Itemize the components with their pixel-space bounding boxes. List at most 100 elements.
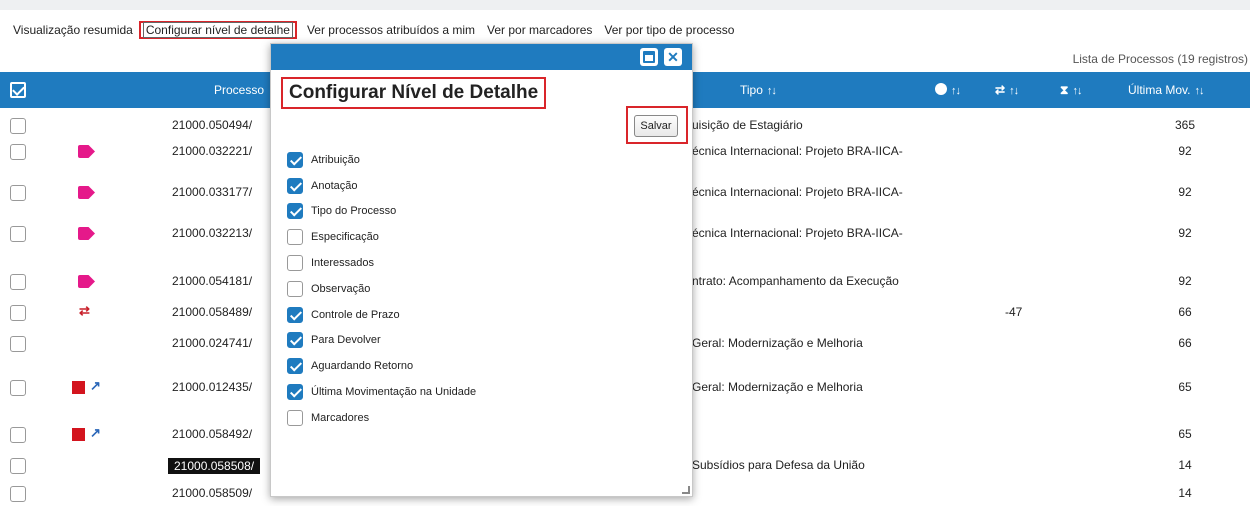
row-checkbox[interactable] — [10, 118, 26, 134]
link-visualizacao-resumida[interactable]: Visualização resumida — [13, 23, 133, 37]
resize-handle[interactable] — [682, 486, 690, 494]
last-movement-days: 365 — [1174, 118, 1196, 132]
option-checkbox[interactable] — [287, 409, 303, 426]
option-checkbox[interactable] — [287, 306, 303, 323]
aguardando-retorno-icon[interactable]: ↗ — [90, 425, 101, 441]
aguardando-retorno-icon[interactable]: ↗ — [90, 378, 101, 394]
row-checkbox[interactable] — [10, 427, 26, 443]
option-checkbox[interactable] — [287, 358, 303, 375]
sort-icon: ↑↓ — [951, 85, 961, 97]
detail-option[interactable]: Anotação — [287, 173, 476, 199]
dialog-title: Configurar Nível de Detalhe — [281, 77, 547, 109]
process-number-link[interactable]: 21000.058492/ — [172, 427, 252, 441]
process-number-link[interactable]: 21000.032213/ — [172, 226, 252, 240]
detail-option[interactable]: Controle de Prazo — [287, 302, 476, 328]
option-label: Atribuição — [311, 153, 360, 166]
sort-icon: ↑↓ — [766, 85, 777, 97]
detail-option[interactable]: Especificação — [287, 224, 476, 250]
process-number-link[interactable]: 21000.058508/ — [168, 458, 261, 474]
last-movement-days: 14 — [1178, 458, 1192, 472]
link-ver-tipo-processo[interactable]: Ver por tipo de processo — [604, 23, 734, 37]
process-number-link[interactable]: 21000.012435/ — [172, 380, 252, 394]
clock-icon — [935, 83, 947, 95]
minimize-icon[interactable] — [640, 48, 658, 66]
link-configurar-nivel-detalhe[interactable]: Configurar nível de detalhe — [138, 21, 297, 39]
record-count: Lista de Processos (19 registros) — [1072, 52, 1248, 66]
option-label: Anotação — [311, 179, 358, 192]
option-label: Aguardando Retorno — [311, 360, 414, 373]
red-status-icon[interactable] — [72, 428, 85, 441]
last-movement-days: 65 — [1178, 427, 1192, 441]
header-ultima-mov-label: Última Mov. — [1128, 83, 1191, 97]
header-prazo[interactable]: ↑↓ — [935, 72, 961, 108]
detail-option[interactable]: Para Devolver — [287, 328, 476, 354]
detail-option[interactable]: Observação — [287, 276, 476, 302]
option-label: Controle de Prazo — [311, 308, 400, 321]
row-checkbox[interactable] — [10, 458, 26, 474]
detail-option[interactable]: Última Movimentação na Unidade — [287, 379, 476, 405]
detail-option[interactable]: Atribuição — [287, 147, 476, 173]
process-number-link[interactable]: 21000.058489/ — [172, 305, 252, 319]
last-movement-days: 92 — [1178, 226, 1192, 240]
process-number-link[interactable]: 21000.054181/ — [172, 274, 252, 288]
marker-tag-icon[interactable] — [78, 227, 95, 240]
process-number-link[interactable]: 21000.033177/ — [172, 185, 252, 199]
deadline-value: -47 — [1005, 305, 1023, 319]
select-all-checkbox[interactable] — [10, 82, 26, 98]
marker-tag-icon[interactable] — [78, 145, 95, 158]
sort-icon: ↑↓ — [1194, 85, 1204, 97]
detail-options-list: Atribuição Anotação Tipo do Processo Especi… — [287, 147, 476, 431]
option-checkbox[interactable] — [287, 151, 303, 168]
option-checkbox[interactable] — [287, 229, 303, 246]
process-number-link[interactable]: 21000.058509/ — [172, 486, 252, 500]
detail-option[interactable]: Interessados — [287, 250, 476, 276]
process-type: uisição de Estagiário — [692, 118, 803, 132]
hourglass-icon: ⧗ — [1060, 83, 1069, 97]
option-checkbox[interactable] — [287, 177, 303, 194]
link-ver-marcadores[interactable]: Ver por marcadores — [487, 23, 592, 37]
row-checkbox[interactable] — [10, 226, 26, 242]
row-checkbox[interactable] — [10, 336, 26, 352]
process-type: Geral: Modernização e Melhoria — [692, 380, 863, 394]
option-checkbox[interactable] — [287, 384, 303, 401]
detail-option[interactable]: Aguardando Retorno — [287, 353, 476, 379]
option-checkbox[interactable] — [287, 280, 303, 297]
swap-icon: ⇄ — [995, 83, 1006, 97]
option-checkbox[interactable] — [287, 203, 303, 220]
dialog-titlebar: ✕ — [271, 44, 692, 70]
detail-option[interactable]: Marcadores — [287, 405, 476, 431]
process-number-link[interactable]: 21000.050494/ — [172, 118, 252, 132]
header-devolver[interactable]: ⇄ ↑↓ — [995, 72, 1019, 108]
view-toolbar: Visualização resumida Configurar nível d… — [13, 20, 746, 40]
row-checkbox[interactable] — [10, 305, 26, 321]
red-status-icon[interactable] — [72, 381, 85, 394]
option-label: Observação — [311, 282, 371, 295]
close-icon[interactable]: ✕ — [664, 48, 682, 66]
row-checkbox[interactable] — [10, 144, 26, 160]
header-tipo[interactable]: Tipo ↑↓ — [740, 72, 777, 108]
option-label: Marcadores — [311, 411, 370, 424]
link-processos-atribuidos[interactable]: Ver processos atribuídos a mim — [307, 23, 475, 37]
process-number-link[interactable]: 21000.032221/ — [172, 144, 252, 158]
header-processo[interactable]: Processo — [214, 72, 264, 108]
process-type: écnica Internacional: Projeto BRA-IICA- — [692, 226, 903, 240]
last-movement-days: 66 — [1178, 305, 1192, 319]
header-aguardando[interactable]: ⧗ ↑↓ — [1060, 72, 1082, 108]
detail-option[interactable]: Tipo do Processo — [287, 199, 476, 225]
option-checkbox[interactable] — [287, 332, 303, 349]
process-type: Subsídios para Defesa da União — [692, 458, 865, 472]
option-label: Para Devolver — [311, 334, 381, 347]
last-movement-days: 92 — [1178, 144, 1192, 158]
row-checkbox[interactable] — [10, 486, 26, 502]
header-ultima-mov[interactable]: Última Mov. ↑↓ — [1128, 72, 1204, 108]
marker-tag-icon[interactable] — [78, 186, 95, 199]
row-checkbox[interactable] — [10, 274, 26, 290]
marker-tag-icon[interactable] — [78, 275, 95, 288]
para-devolver-icon[interactable]: ⇄ — [79, 303, 90, 319]
option-checkbox[interactable] — [287, 255, 303, 272]
row-checkbox[interactable] — [10, 185, 26, 201]
save-button[interactable]: Salvar — [634, 115, 678, 137]
process-number-link[interactable]: 21000.024741/ — [172, 336, 252, 350]
last-movement-days: 14 — [1178, 486, 1192, 500]
row-checkbox[interactable] — [10, 380, 26, 396]
